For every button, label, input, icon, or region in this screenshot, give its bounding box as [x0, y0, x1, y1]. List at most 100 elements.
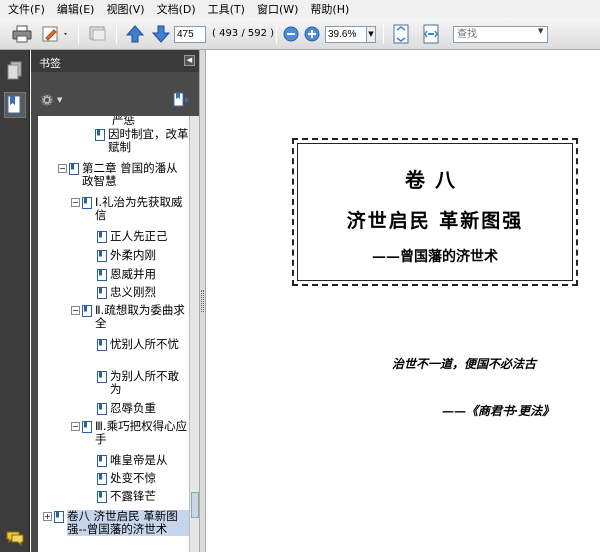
bookmark-item-selected[interactable]: + 卷八 济世启民 革新图强--曾国藩的济世术: [43, 510, 189, 536]
bookmark-icon: [97, 455, 107, 467]
speech-bubble-icon: [6, 531, 24, 547]
search-dropdown-icon[interactable]: ▼: [538, 27, 543, 35]
bookmark-label: 恩威并用: [110, 267, 156, 281]
bookmark-icon: [69, 163, 79, 175]
bookmark-icon: [97, 250, 107, 262]
bookmark-icon: [97, 231, 107, 243]
print-button[interactable]: [10, 23, 34, 45]
bookmark-icon: [97, 339, 107, 351]
menu-window[interactable]: 窗口(W): [251, 1, 304, 17]
bookmark-item[interactable]: − Ⅰ.礼治为先获取威信: [71, 196, 189, 222]
bookmark-item[interactable]: − Ⅱ.疏想取为委曲求全: [71, 304, 189, 330]
volume-heading: 卷八: [405, 168, 465, 192]
bookmark-label: 唯皇帝是从: [110, 453, 168, 467]
bookmark-item[interactable]: 为别人所不敢为: [97, 370, 189, 396]
bookmark-label: 卷八 济世启民 革新图强--曾国藩的济世术: [67, 510, 189, 536]
expand-toggle[interactable]: +: [43, 512, 52, 521]
bookmarks-scrollbar[interactable]: [189, 116, 199, 552]
zoom-input[interactable]: [325, 26, 367, 43]
bookmark-item[interactable]: 不露锋芒: [97, 490, 189, 503]
bookmark-item[interactable]: 恩威并用: [97, 268, 189, 281]
bookmark-label: Ⅱ.疏想取为委曲求全: [95, 303, 185, 330]
epigraph-quote: 治世不一道，便国不必法古: [392, 357, 537, 371]
document-view: 卷八 济世启民 革新图强 ——曾国藩的济世术 治世不一道，便国不必法古 ——《商…: [206, 50, 600, 552]
subtitle: ——曾国藩的济世术: [372, 249, 498, 265]
title-frame-inner: 卷八 济世启民 革新图强 ——曾国藩的济世术: [297, 143, 573, 281]
bookmark-item[interactable]: 外柔内刚: [97, 249, 189, 262]
bookmark-label: 正人先正己: [110, 229, 168, 243]
search-input[interactable]: [453, 26, 548, 43]
bookmark-label: 因时制宜，改革赋制: [108, 127, 189, 154]
pencil-icon: [42, 26, 67, 42]
bookmark-icon: [95, 129, 105, 141]
pages-panel-button[interactable]: [4, 58, 26, 84]
next-page-button[interactable]: [150, 23, 172, 45]
arrow-up-icon: [126, 25, 144, 43]
bookmarks-panel: 书签 ◀ ▼ 严惩 因时制宜，改革赋制 − 第二章 曾国的潘从政智慧 − Ⅰ.礼…: [31, 50, 199, 552]
page-count: ( 493 / 592 ): [212, 28, 275, 39]
bookmarks-toolbar: ▼: [31, 72, 199, 112]
bookmark-item[interactable]: 处变不惊: [97, 472, 189, 485]
bookmark-icon: [97, 403, 107, 415]
printer-icon: [12, 25, 32, 43]
bookmarks-panel-button[interactable]: [4, 92, 26, 118]
bookmark-label: 第二章 曾国的潘从政智慧: [82, 161, 178, 188]
panel-splitter[interactable]: [199, 50, 206, 552]
comment-tool-button[interactable]: [86, 23, 110, 45]
bookmark-icon: [97, 287, 107, 299]
chevron-down-icon: ▼: [368, 30, 374, 38]
bookmarks-header: 书签 ◀: [31, 50, 199, 72]
bookmark-icon: [97, 491, 107, 503]
bookmark-item[interactable]: 正人先正己: [97, 230, 189, 243]
gear-icon: [40, 93, 54, 107]
comments-button[interactable]: [6, 530, 24, 547]
bookmark-item[interactable]: 忍辱负重: [97, 402, 189, 415]
bookmark-label: 忠义刚烈: [110, 285, 156, 299]
bookmark-item[interactable]: 唯皇帝是从: [97, 454, 189, 467]
edit-menu-button[interactable]: [40, 23, 72, 45]
bookmark-label: 外柔内刚: [110, 248, 156, 262]
menu-help[interactable]: 帮助(H): [304, 1, 355, 17]
previous-page-button[interactable]: [124, 23, 146, 45]
zoom-dropdown-button[interactable]: ▼: [367, 26, 376, 43]
grip-icon: [201, 290, 204, 312]
bookmark-expand-icon: [173, 92, 189, 107]
bookmark-icon: [82, 305, 92, 317]
menu-tools[interactable]: 工具(T): [202, 1, 251, 17]
fit-width-button[interactable]: [420, 23, 442, 45]
options-button[interactable]: ▼: [39, 92, 62, 108]
bookmark-label: 为别人所不敢为: [110, 369, 179, 396]
bookmark-item[interactable]: 忠义刚烈: [97, 286, 189, 299]
chevron-left-icon: ◀: [186, 56, 193, 64]
bookmark-item[interactable]: 忧别人所不忧: [97, 338, 189, 351]
menu-view[interactable]: 视图(V): [100, 1, 150, 17]
bookmark-item[interactable]: − Ⅲ.乘巧把权得心应手: [71, 420, 189, 446]
menu-file[interactable]: 文件(F): [2, 1, 51, 17]
note-icon: [89, 26, 106, 41]
bookmark-item[interactable]: − 第二章 曾国的潘从政智慧: [58, 162, 189, 188]
plus-circle-icon: [304, 26, 320, 42]
zoom-out-button[interactable]: [282, 23, 300, 45]
collapse-toggle[interactable]: −: [71, 306, 80, 315]
bookmark-icon: [97, 269, 107, 281]
bookmark-icon: [7, 95, 21, 114]
zoom-in-button[interactable]: [303, 23, 321, 45]
page-number-input[interactable]: [174, 26, 206, 43]
collapse-panel-button[interactable]: ◀: [184, 55, 195, 66]
fit-page-button[interactable]: [390, 23, 412, 45]
collapse-toggle[interactable]: −: [71, 198, 80, 207]
menu-edit[interactable]: 编辑(E): [51, 1, 101, 17]
scrollbar-thumb[interactable]: [191, 492, 199, 518]
bookmark-label: Ⅰ.礼治为先获取威信: [95, 195, 183, 222]
collapse-toggle[interactable]: −: [71, 422, 80, 431]
menu-document[interactable]: 文档(D): [151, 1, 202, 17]
bookmark-item[interactable]: 严惩: [112, 116, 188, 127]
epigraph-source: ——《商君书·更法》: [442, 404, 555, 418]
bookmark-label: 忧别人所不忧: [110, 337, 179, 351]
expand-bookmark-button[interactable]: [173, 92, 191, 111]
bookmark-label: 严惩: [112, 116, 135, 127]
bookmark-tree: 严惩 因时制宜，改革赋制 − 第二章 曾国的潘从政智慧 − Ⅰ.礼治为先获取威信…: [38, 116, 189, 552]
arrow-down-icon: [152, 25, 170, 43]
bookmark-item[interactable]: 因时制宜，改革赋制: [95, 128, 189, 154]
collapse-toggle[interactable]: −: [58, 164, 67, 173]
